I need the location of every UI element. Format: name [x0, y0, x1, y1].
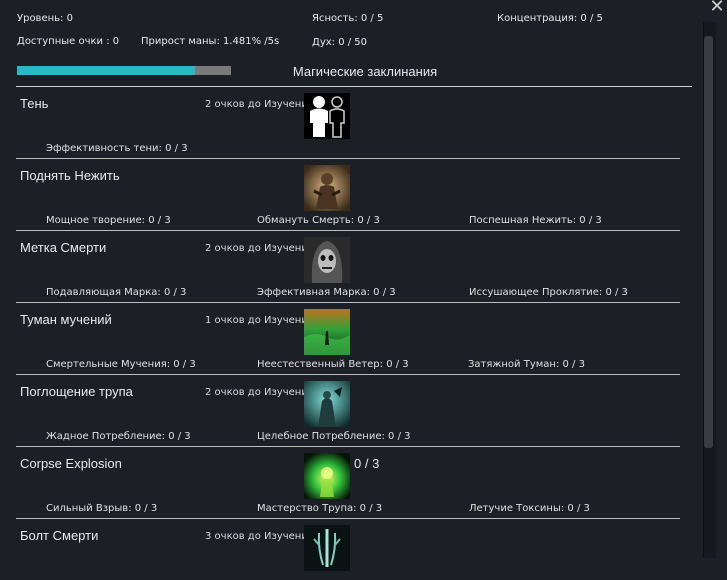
close-button[interactable]: ✕ — [706, 0, 727, 16]
spell-row-death-bolt: Болт Смерти 3 очков до Изучения — [0, 519, 700, 580]
spell-row-corpse-consumption: Поглощение трупа 2 очков до Изучения Жад… — [0, 375, 700, 447]
talent-item[interactable]: Мастерство Трупа: 0 / 3 — [257, 503, 382, 514]
spell-row-death-mark: Метка Смерти 2 очков до Изучения Подавля… — [0, 231, 700, 303]
talent-item[interactable]: Поспешная Нежить: 0 / 3 — [469, 215, 602, 226]
talent-window: Уровень: 0 Доступные очки : 0 Прирост ма… — [0, 0, 727, 580]
close-icon: ✕ — [709, 0, 725, 17]
spell-name: Поднять Нежить — [20, 168, 120, 183]
spell-row-fog-of-torment: Туман мучений 1 очков до Изучения Смерте… — [0, 303, 700, 375]
experience-progress-fill — [17, 66, 195, 75]
spell-name: Corpse Explosion — [20, 456, 122, 471]
spell-requirement: 3 очков до Изучения — [205, 531, 305, 542]
spell-name: Туман мучений — [20, 312, 112, 327]
talent-item[interactable]: Мощное творение: 0 / 3 — [46, 215, 171, 226]
talent-item[interactable]: Подавляющая Марка: 0 / 3 — [46, 287, 186, 298]
spell-name: Метка Смерти — [20, 240, 107, 255]
mana-regen-stat: Прирост маны: 1.481% /5s — [141, 36, 280, 47]
talent-item[interactable]: Целебное Потребление: 0 / 3 — [257, 431, 410, 442]
death-bolt-icon[interactable] — [304, 525, 350, 571]
spell-requirement: 2 очков до Изучения — [205, 243, 305, 254]
spell-name: Болт Смерти — [20, 528, 99, 543]
talent-item[interactable]: Обмануть Смерть: 0 / 3 — [257, 215, 380, 226]
talent-item[interactable]: Летучие Токсины: 0 / 3 — [469, 503, 590, 514]
clarity-stat: Ясность: 0 / 5 — [312, 13, 384, 24]
spell-requirement: 2 очков до Изучения — [205, 387, 305, 398]
spell-row-shadow: Тень 2 очков до Изучения Эффективность т… — [0, 87, 700, 159]
talent-item[interactable]: Сильный Взрыв: 0 / 3 — [46, 503, 157, 514]
corpse-consumption-icon[interactable] — [304, 381, 350, 427]
spell-row-raise-undead: Поднять Нежить Мощное творение: 0 / 3 Об… — [0, 159, 700, 231]
spell-row-corpse-explosion: Corpse Explosion 0 / 3 Сильный Взрыв: 0 … — [0, 447, 700, 519]
raise-undead-icon[interactable] — [304, 165, 350, 211]
talent-item[interactable]: Эффективность тени: 0 / 3 — [46, 143, 188, 154]
talent-item[interactable]: Эффективная Марка: 0 / 3 — [257, 287, 396, 298]
talent-item[interactable]: Жадное Потребление: 0 / 3 — [46, 431, 191, 442]
spell-requirement: 2 очков до Изучения — [205, 99, 305, 110]
spell-requirement: 1 очков до Изучения — [205, 315, 305, 326]
corpse-explosion-icon[interactable] — [304, 453, 350, 499]
spell-rank: 0 / 3 — [354, 456, 380, 471]
spell-name: Тень — [20, 96, 49, 111]
talent-item[interactable]: Иссушающее Проклятие: 0 / 3 — [469, 287, 628, 298]
talent-item[interactable]: Затяжной Туман: 0 / 3 — [468, 359, 585, 370]
level-stat: Уровень: 0 — [17, 13, 73, 24]
spell-list: Тень 2 очков до Изучения Эффективность т… — [0, 87, 700, 580]
talent-item[interactable]: Неестественный Ветер: 0 / 3 — [257, 359, 409, 370]
spell-name: Поглощение трупа — [20, 384, 133, 399]
available-points-stat: Доступные очки : 0 — [17, 36, 120, 47]
scrollbar-thumb[interactable] — [704, 36, 713, 448]
section-title: Магические заклинания — [292, 64, 438, 79]
talent-item[interactable]: Смертельные Мучения: 0 / 3 — [46, 359, 196, 370]
experience-progress-bar — [17, 66, 231, 75]
death-mark-icon[interactable] — [304, 237, 350, 283]
spirit-stat: Дух: 0 / 50 — [312, 37, 368, 48]
concentration-stat: Концентрация: 0 / 5 — [497, 13, 603, 24]
shadow-figure-icon[interactable] — [304, 93, 350, 139]
fog-of-torment-icon[interactable] — [304, 309, 350, 355]
